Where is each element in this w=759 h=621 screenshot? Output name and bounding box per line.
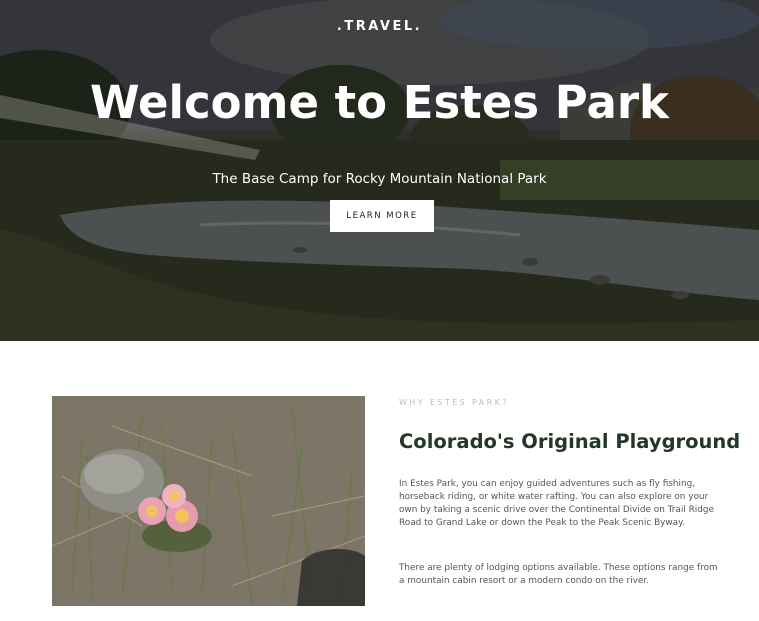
site-logo[interactable]: .TRAVEL. xyxy=(0,19,759,34)
hero-subtitle: The Base Camp for Rocky Mountain Nationa… xyxy=(212,171,547,187)
cactus-flower-photo xyxy=(52,396,365,606)
lodging-paragraph: There are plenty of lodging options avai… xyxy=(399,563,718,586)
hero-section: .TRAVEL. Welcome to Estes Park The Base … xyxy=(0,0,759,341)
learn-more-button[interactable]: LEARN MORE xyxy=(330,200,434,232)
section-eyebrow: WHY ESTES PARK? xyxy=(399,398,509,407)
hero-title: Welcome to Estes Park xyxy=(89,76,669,129)
intro-paragraph: In Estes Park, you can enjoy guided adve… xyxy=(399,479,714,528)
section-heading: Colorado's Original Playground xyxy=(399,430,741,453)
